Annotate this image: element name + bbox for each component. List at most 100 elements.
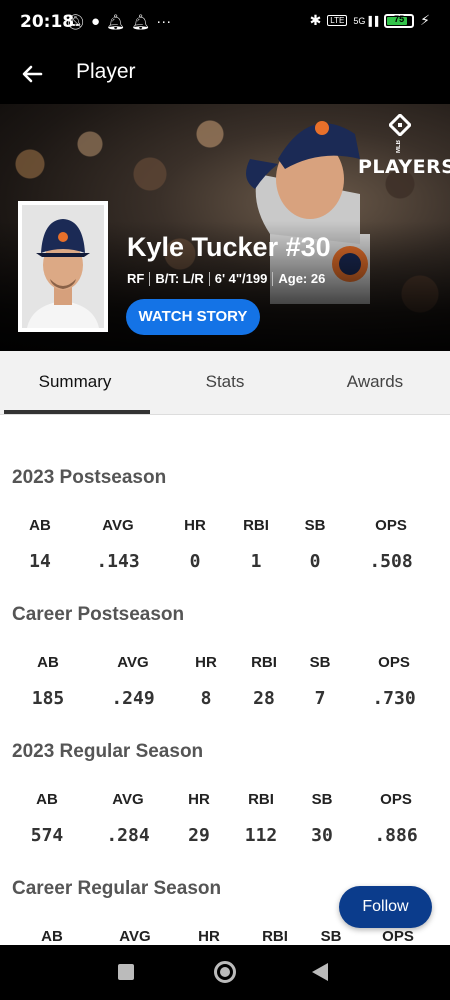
stat-header: OPS: [382, 928, 414, 945]
stat-value: 29: [188, 825, 210, 846]
stat-header-row: AB AVG HR RBI SB OPS: [0, 928, 450, 945]
tab-awards[interactable]: Awards: [300, 351, 450, 414]
stat-header: AVG: [102, 517, 134, 534]
player-bats-throws: B/T: L/R: [155, 271, 204, 286]
logo-players-text: PLAYERS: [358, 156, 450, 178]
section-title: Career Regular Season: [12, 878, 222, 899]
player-age: Age: 26: [278, 271, 326, 286]
recents-button[interactable]: [118, 964, 134, 980]
stat-header: SB: [304, 517, 326, 534]
back-button[interactable]: [16, 57, 50, 91]
headshot-portrait: [22, 205, 104, 328]
stat-header: AB: [36, 791, 58, 808]
stat-header-row: AB AVG HR RBI SB OPS: [0, 517, 450, 541]
messenger-icon: ●: [91, 13, 101, 30]
volte-icon: LTE: [327, 15, 348, 26]
system-nav-bar: [0, 945, 450, 1000]
stat-value: 185: [31, 688, 65, 709]
page-title: Player: [76, 60, 136, 83]
stat-header: RBI: [243, 517, 269, 534]
logo-mlb-text: MLB: [396, 140, 402, 154]
meta-divider: [208, 271, 210, 286]
stat-value: 7: [314, 688, 326, 709]
status-icons-left: 🔕︎ ● 🔔︎ 🔔︎ ···: [66, 13, 171, 31]
stat-value-row: 14 .143 0 1 0 .508: [0, 551, 450, 575]
stat-value: 0: [309, 551, 321, 572]
stat-header: AVG: [117, 654, 149, 671]
player-meta: RF B/T: L/R 6' 4"/199 Age: 26: [127, 271, 325, 286]
network-label: 5G: [353, 15, 366, 26]
section-2023-regular-season: 2023 Regular Season AB AVG HR RBI SB OPS 574 .28…: [0, 741, 450, 871]
stat-value-row: 185 .249 8 28 7 .730: [0, 688, 450, 712]
stat-header: HR: [198, 928, 220, 945]
stat-header: SB: [309, 654, 331, 671]
stat-value: 28: [253, 688, 275, 709]
stat-header: AVG: [112, 791, 144, 808]
more-icon: ···: [156, 13, 172, 30]
arrow-left-icon: [22, 65, 43, 83]
stat-header: AVG: [119, 928, 151, 945]
stat-header: AB: [37, 654, 59, 671]
section-2023-postseason: 2023 Postseason AB AVG HR RBI SB OPS 14 .143 0 1 0.…: [0, 467, 450, 597]
battery-icon: 75: [384, 13, 415, 28]
stat-value: 574: [30, 825, 64, 846]
stat-header: RBI: [262, 928, 288, 945]
player-name: Kyle Tucker #30: [127, 232, 331, 262]
mlb-players-logo: MLB PLAYERS: [358, 114, 450, 178]
watch-story-button[interactable]: WATCH STORY: [126, 299, 260, 335]
stat-header-row: AB AVG HR RBI SB OPS: [0, 654, 450, 678]
player-height-weight: 6' 4"/199: [214, 271, 268, 286]
stat-header: AB: [29, 517, 51, 534]
summary-content[interactable]: 2023 Postseason AB AVG HR RBI SB OPS 14 .143 0 1 0.…: [0, 415, 450, 945]
home-button[interactable]: [214, 961, 236, 983]
tab-stats[interactable]: Stats: [150, 351, 300, 414]
stat-header-row: AB AVG HR RBI SB OPS: [0, 791, 450, 815]
stat-header: OPS: [380, 791, 412, 808]
meta-divider: [272, 271, 274, 286]
stat-header: SB: [320, 928, 342, 945]
stat-value: .249: [111, 688, 155, 709]
section-career-postseason: Career Postseason AB AVG HR RBI SB OPS 185 .249 8…: [0, 604, 450, 734]
players-logo-icon: [389, 114, 411, 136]
battery-percent: 75: [394, 13, 405, 24]
stat-header: OPS: [375, 517, 407, 534]
stat-value: 0: [189, 551, 201, 572]
stat-value: .730: [372, 688, 416, 709]
stat-value: .886: [374, 825, 418, 846]
stat-header: AB: [41, 928, 63, 945]
stat-header: RBI: [251, 654, 277, 671]
stat-value: 1: [250, 551, 262, 572]
notification-icon: 🔔︎: [106, 14, 126, 31]
stat-header: OPS: [378, 654, 410, 671]
app-header: Player: [0, 44, 450, 104]
5g-signal-icon: 5G▐▐: [353, 15, 379, 26]
section-title: Career Postseason: [12, 604, 185, 625]
stat-value: 30: [311, 825, 333, 846]
stat-value: .284: [106, 825, 150, 846]
headshot-image: [22, 205, 104, 328]
stat-header: HR: [184, 517, 206, 534]
tab-summary[interactable]: Summary: [0, 351, 150, 414]
player-position: RF: [127, 271, 145, 286]
notification-icon: 🔔︎: [131, 14, 151, 31]
player-headshot: [18, 201, 108, 332]
tab-bar: Summary Stats Awards: [0, 351, 450, 415]
meta-divider: [149, 271, 151, 286]
section-title: 2023 Postseason: [12, 467, 167, 488]
section-title: 2023 Regular Season: [12, 741, 204, 762]
status-bar: 20:18 🔕︎ ● 🔔︎ 🔔︎ ··· ✱ LTE 5G▐▐ 75 ⚡︎: [0, 0, 450, 44]
player-hero: MLB PLAYERS Kyle Tucker #30 RF B/T: L/R 6…: [0, 104, 450, 351]
stat-value: 112: [244, 825, 278, 846]
follow-button[interactable]: Follow: [339, 886, 432, 928]
stat-value: .508: [369, 551, 413, 572]
stat-value: .143: [96, 551, 140, 572]
charging-icon: ⚡︎: [420, 12, 430, 28]
status-icons-right: ✱ LTE 5G▐▐ 75 ⚡︎: [310, 12, 430, 29]
stat-value-row: 574 .284 29 112 30 .886: [0, 825, 450, 849]
muted-alarm-icon: 🔕︎: [66, 14, 86, 31]
stat-header: HR: [195, 654, 217, 671]
stat-value: 8: [200, 688, 212, 709]
stat-header: SB: [311, 791, 333, 808]
system-back-button[interactable]: [312, 963, 328, 981]
stat-value: 14: [29, 551, 51, 572]
